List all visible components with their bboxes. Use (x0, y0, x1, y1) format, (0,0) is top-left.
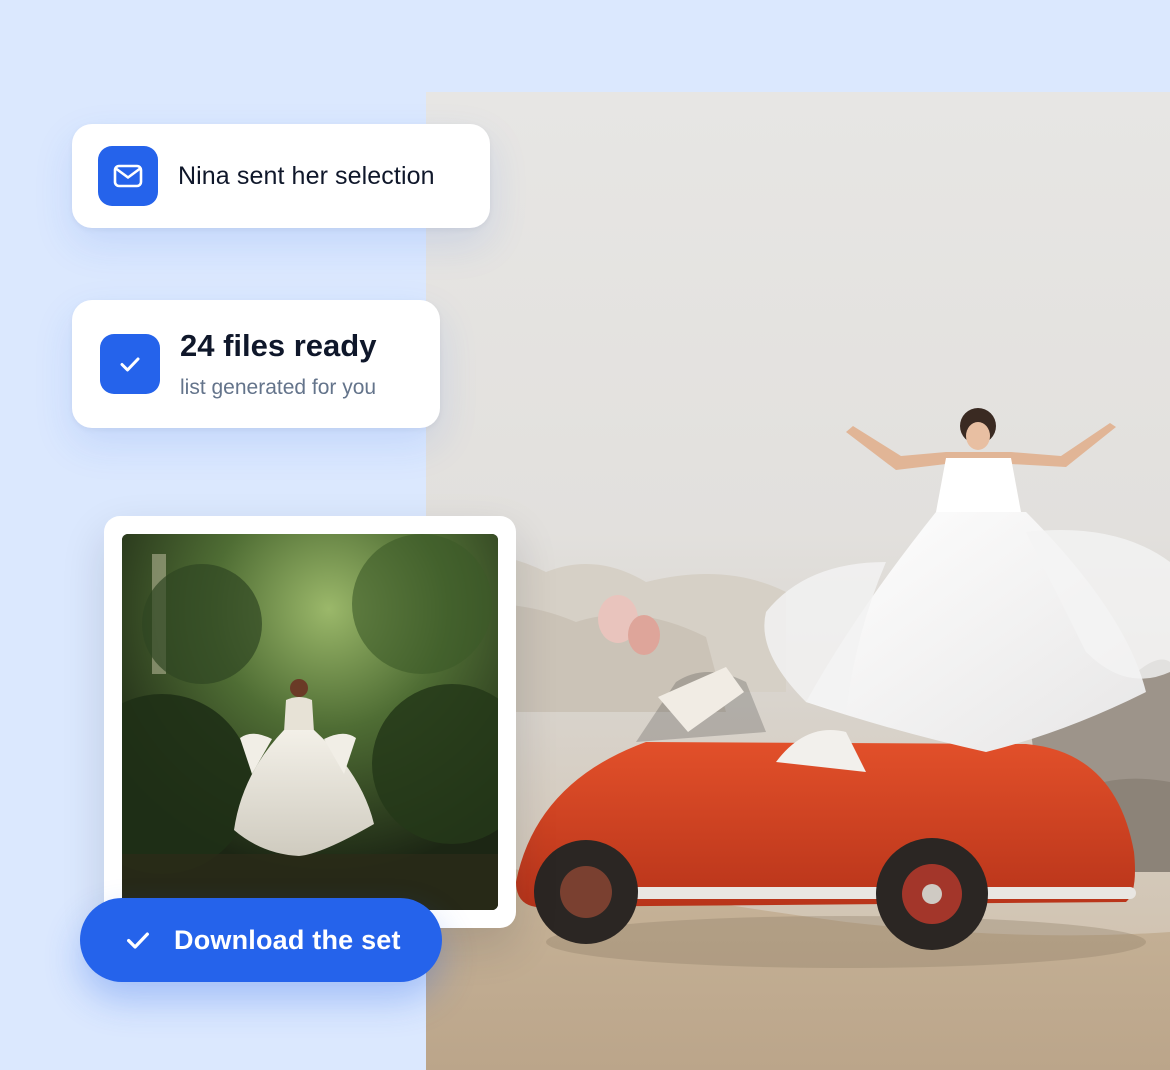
notification-title: Nina sent her selection (178, 162, 435, 190)
thumbnail-photo (122, 534, 498, 910)
check-icon (127, 932, 149, 949)
download-button[interactable]: Download the set (80, 898, 442, 982)
selection-notification[interactable]: Nina sent her selection (72, 124, 490, 228)
mail-badge (98, 146, 158, 206)
hero-photo (426, 92, 1170, 1070)
check-badge (100, 334, 160, 394)
files-ready-title: 24 files ready (180, 328, 377, 363)
mail-icon (113, 164, 143, 188)
files-ready-notification[interactable]: 24 files ready list generated for you (72, 300, 440, 428)
thumbnail-card[interactable] (104, 516, 516, 928)
download-label: Download the set (174, 924, 401, 955)
forest-bride-photo (122, 534, 498, 910)
check-icon (120, 357, 140, 372)
files-ready-subtitle: list generated for you (180, 376, 377, 399)
hero-photo-illustration (426, 92, 1170, 1070)
